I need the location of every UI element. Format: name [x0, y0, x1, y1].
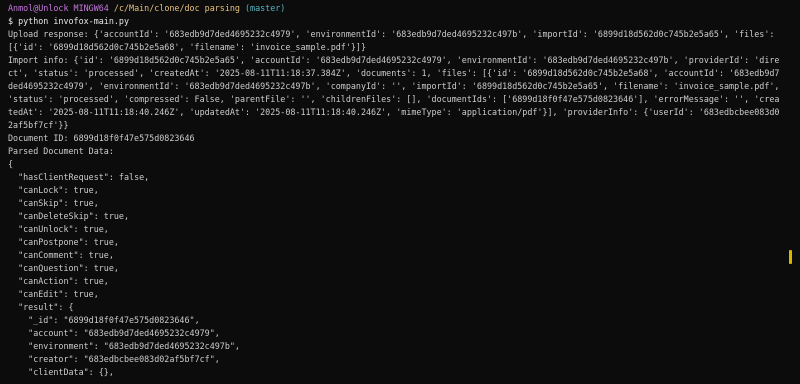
- output-line: "canComment": true,: [8, 250, 114, 260]
- prompt-user: Anmol@Unlock: [8, 3, 69, 13]
- terminal-output: Upload response: {'accountId': '683edb9d…: [8, 28, 780, 379]
- output-line: Document ID: 6899d18f0f47e575d0823646: [8, 133, 195, 143]
- output-line: "canEdit": true,: [8, 289, 99, 299]
- prompt-path: /c/Main/clone/doc parsing: [113, 3, 240, 13]
- output-line: "canAction": true,: [8, 276, 109, 286]
- output-line: {: [8, 159, 14, 169]
- output-line: "account": "683edb9d7ded4695232c4979",: [8, 328, 220, 338]
- terminal-window[interactable]: Anmol@Unlock MINGW64 /c/Main/clone/doc p…: [0, 0, 800, 384]
- output-line: "hasClientRequest": false,: [8, 172, 150, 182]
- prompt-branch: (master): [245, 3, 286, 13]
- output-line: "creator": "683edbcbee083d02af5bf7cf",: [8, 354, 220, 364]
- output-line: "canUnlock": true,: [8, 224, 109, 234]
- output-line: "canDeleteSkip": true,: [8, 211, 130, 221]
- scrollbar-marker[interactable]: [789, 250, 792, 264]
- output-line: "canSkip": true,: [8, 198, 99, 208]
- output-line: "canPostpone": true,: [8, 237, 119, 247]
- output-line: "_id": "6899d18f0f47e575d0823646",: [8, 315, 200, 325]
- output-line: Parsed Document Data:: [8, 146, 114, 156]
- output-line: Import info: {'id': '6899d18d562d0c745b2…: [8, 55, 785, 130]
- prompt-mingw: MINGW64: [68, 3, 109, 13]
- output-line: "clientData": {},: [8, 367, 114, 377]
- command-text: python invofox-main.py: [18, 16, 130, 26]
- command-line: $ python invofox-main.py: [8, 15, 780, 28]
- shell-prompt: Anmol@Unlock MINGW64 /c/Main/clone/doc p…: [8, 2, 780, 15]
- output-line: Upload response: {'accountId': '683edb9d…: [8, 29, 780, 52]
- prompt-symbol: $: [8, 16, 14, 26]
- output-line: "canLock": true,: [8, 185, 99, 195]
- output-line: "result": {: [8, 302, 74, 312]
- output-line: "canQuestion": true,: [8, 263, 119, 273]
- output-line: "environment": "683edb9d7ded4695232c497b…: [8, 341, 240, 351]
